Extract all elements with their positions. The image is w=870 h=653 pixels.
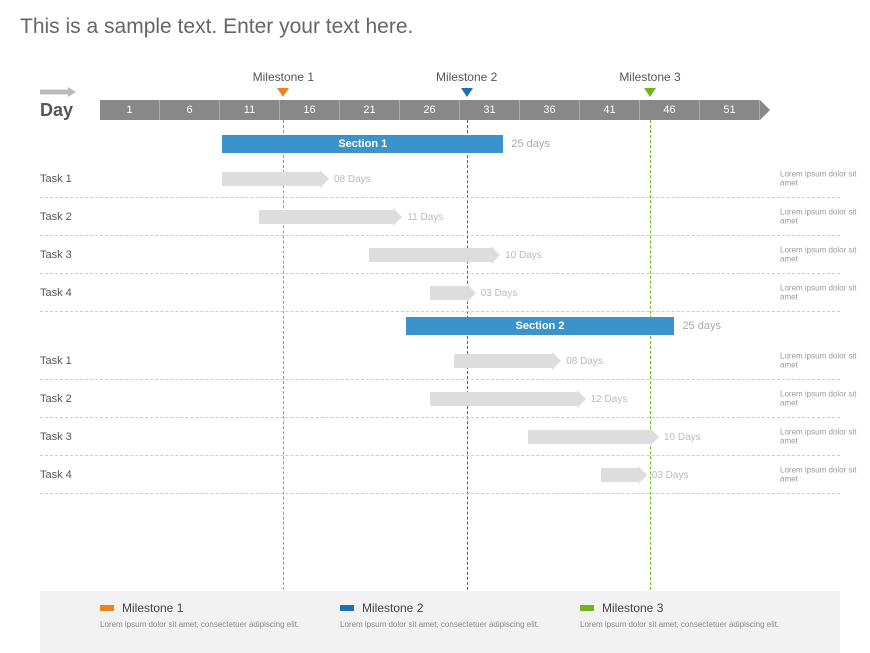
- day-scale: 16111621263136414651: [100, 100, 760, 120]
- task-label: Task 3: [40, 431, 72, 443]
- scale-tick: 16: [280, 100, 340, 120]
- legend-desc: Lorem ipsum dolor sit amet, consectetuer…: [100, 620, 300, 630]
- legend-swatch-icon: [340, 605, 354, 611]
- milestone-marker-icon: [461, 88, 473, 97]
- legend-title: Milestone 3: [602, 601, 663, 615]
- scale-tick: 46: [640, 100, 700, 120]
- task-label: Task 1: [40, 173, 72, 185]
- task-row: Task 403 DaysLorem ipsum dolor sit amet: [40, 456, 840, 494]
- scale-tick: 21: [340, 100, 400, 120]
- task-label: Task 4: [40, 287, 72, 299]
- task-row: Task 310 DaysLorem ipsum dolor sit amet: [40, 418, 840, 456]
- gantt-chart: Day 16111621263136414651 Milestone 1Mile…: [40, 70, 840, 573]
- task-bar: [601, 468, 638, 482]
- section-bar: Section 1: [222, 135, 503, 153]
- scale-tick: 36: [520, 100, 580, 120]
- legend-title: Milestone 2: [362, 601, 423, 615]
- scale-tick: 11: [220, 100, 280, 120]
- milestone-label-2: Milestone 2: [436, 70, 497, 84]
- task-duration: 10 Days: [505, 250, 542, 261]
- task-label: Task 3: [40, 249, 72, 261]
- task-note: Lorem ipsum dolor sit amet: [780, 465, 870, 484]
- task-row: Task 310 DaysLorem ipsum dolor sit amet: [40, 236, 840, 274]
- legend-item: Milestone 3 Lorem ipsum dolor sit amet, c…: [560, 601, 800, 643]
- section-duration: 25 days: [682, 320, 721, 332]
- task-duration: 03 Days: [481, 288, 518, 299]
- section-duration: 25 days: [511, 138, 550, 150]
- task-row: Task 108 DaysLorem ipsum dolor sit amet: [40, 342, 840, 380]
- task-arrow-icon: [393, 208, 402, 226]
- task-arrow-icon: [577, 390, 586, 408]
- section-row: Section 1 25 days: [40, 130, 840, 160]
- scale-tick: 51: [700, 100, 760, 120]
- task-duration: 03 Days: [652, 470, 689, 481]
- legend-title: Milestone 1: [122, 601, 183, 615]
- task-duration: 10 Days: [664, 432, 701, 443]
- task-bar: [454, 354, 552, 368]
- task-label: Task 4: [40, 469, 72, 481]
- task-duration: 12 Days: [591, 394, 628, 405]
- task-arrow-icon: [552, 352, 561, 370]
- task-label: Task 2: [40, 393, 72, 405]
- task-arrow-icon: [638, 466, 647, 484]
- section-row: Section 2 25 days: [40, 312, 840, 342]
- legend-swatch-icon: [580, 605, 594, 611]
- task-bar: [259, 210, 393, 224]
- task-row: Task 212 DaysLorem ipsum dolor sit amet: [40, 380, 840, 418]
- legend-item: Milestone 2 Lorem ipsum dolor sit amet, c…: [320, 601, 560, 643]
- milestone-label-1: Milestone 1: [253, 70, 314, 84]
- task-note: Lorem ipsum dolor sit amet: [780, 427, 870, 446]
- legend-desc: Lorem ipsum dolor sit amet, consectetuer…: [340, 620, 540, 630]
- task-arrow-icon: [467, 284, 476, 302]
- task-bar: [430, 286, 467, 300]
- scale-tick: 6: [160, 100, 220, 120]
- legend-desc: Lorem ipsum dolor sit amet, consectetuer…: [580, 620, 780, 630]
- task-bar: [430, 392, 577, 406]
- task-arrow-icon: [491, 246, 500, 264]
- scale-tick: 26: [400, 100, 460, 120]
- task-arrow-icon: [650, 428, 659, 446]
- task-arrow-icon: [320, 170, 329, 188]
- task-note: Lorem ipsum dolor sit amet: [780, 283, 870, 302]
- scale-tick: 31: [460, 100, 520, 120]
- task-note: Lorem ipsum dolor sit amet: [780, 389, 870, 408]
- section-bar: Section 2: [406, 317, 675, 335]
- arrow-right-icon: [40, 84, 76, 94]
- task-note: Lorem ipsum dolor sit amet: [780, 207, 870, 226]
- milestone-marker-icon: [644, 88, 656, 97]
- task-row: Task 211 DaysLorem ipsum dolor sit amet: [40, 198, 840, 236]
- legend-swatch-icon: [100, 605, 114, 611]
- legend-item: Milestone 1 Lorem ipsum dolor sit amet, c…: [80, 601, 320, 643]
- task-bar: [222, 172, 320, 186]
- milestone-marker-icon: [277, 88, 289, 97]
- task-label: Task 2: [40, 211, 72, 223]
- task-bar: [369, 248, 491, 262]
- task-note: Lorem ipsum dolor sit amet: [780, 169, 870, 188]
- legend: Milestone 1 Lorem ipsum dolor sit amet, c…: [40, 591, 840, 653]
- task-row: Task 108 DaysLorem ipsum dolor sit amet: [40, 160, 840, 198]
- task-bar: [528, 430, 650, 444]
- task-note: Lorem ipsum dolor sit amet: [780, 351, 870, 370]
- scale-tick: 41: [580, 100, 640, 120]
- day-label: Day: [40, 100, 73, 121]
- scale-arrow-icon: [760, 100, 770, 120]
- task-duration: 08 Days: [334, 174, 371, 185]
- task-note: Lorem ipsum dolor sit amet: [780, 245, 870, 264]
- scale-tick: 1: [100, 100, 160, 120]
- task-label: Task 1: [40, 355, 72, 367]
- task-duration: 11 Days: [407, 212, 443, 223]
- task-row: Task 403 DaysLorem ipsum dolor sit amet: [40, 274, 840, 312]
- page-title: This is a sample text. Enter your text h…: [0, 0, 870, 39]
- task-duration: 08 Days: [566, 356, 603, 367]
- milestone-label-3: Milestone 3: [619, 70, 680, 84]
